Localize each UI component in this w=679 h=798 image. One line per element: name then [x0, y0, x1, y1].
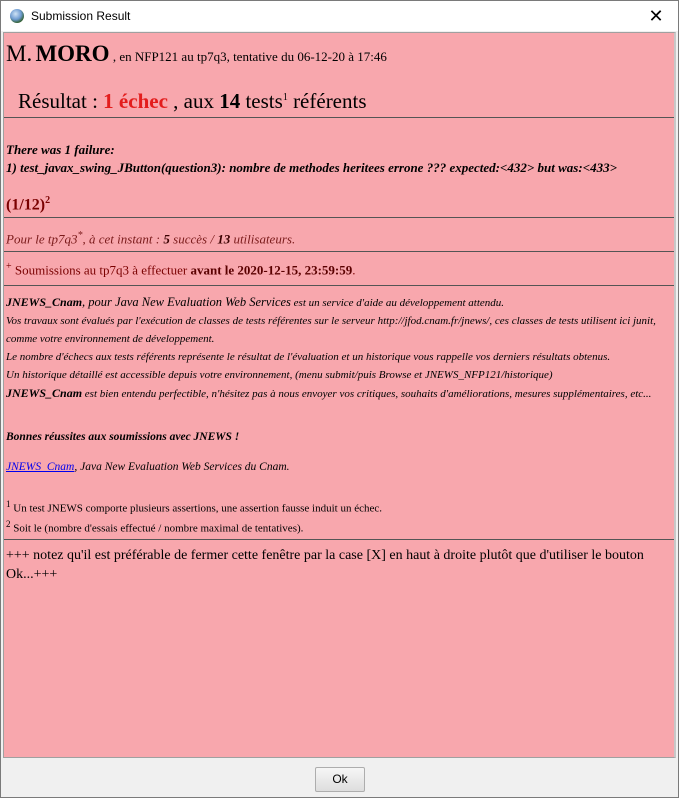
student-header: M. MORO , en NFP121 au tp7q3, tentative … [6, 41, 387, 67]
divider [4, 217, 674, 218]
jnews-link-line: JNEWS_Cnam, Java New Evaluation Web Serv… [6, 461, 290, 473]
result-suffix: référents [293, 89, 367, 113]
footnote-2-text: Soit le (nombre d'essais effectué / nomb… [13, 522, 304, 535]
deadline-suffix: . [352, 262, 356, 278]
class-stats: Pour le tp7q3*, à cet instant : 5 succès… [6, 230, 295, 247]
ok-button[interactable]: Ok [315, 767, 365, 792]
divider [4, 251, 674, 252]
good-luck-message: Bonnes réussites aux soumissions avec JN… [6, 431, 240, 443]
user-count: 13 [217, 231, 231, 247]
brand-name: JNEWS_Cnam [6, 295, 83, 309]
close-window-note: +++ notez qu'il est préférable de fermer… [6, 548, 644, 582]
brand-description: , pour Java New Evaluation Web Services [82, 295, 291, 309]
success-word: succès / [173, 231, 214, 247]
result-summary: Résultat : 1 échec , aux 14 tests1 référ… [18, 89, 367, 114]
score-text: (1/12) [6, 196, 46, 214]
divider [4, 285, 674, 286]
close-button[interactable]: ✕ [634, 1, 678, 31]
users-word: utilisateurs. [233, 231, 296, 247]
jnews-link[interactable]: JNEWS_Cnam [6, 461, 74, 473]
test-count: 14 [219, 89, 241, 113]
deadline-sup: + [6, 261, 12, 272]
salutation: M. [6, 41, 33, 66]
info-history: Un historique détaillé est accessible de… [6, 369, 553, 381]
failure-heading: There was 1 failure: [6, 142, 115, 157]
info-failures: Le nombre d'échecs aux tests référents r… [6, 351, 611, 363]
brand-rest: est un service d'aide au développement a… [293, 297, 505, 309]
failure-details: There was 1 failure: 1) test_javax_swing… [6, 141, 617, 177]
info-evaluation: Vos travaux sont évalués par l'exécution… [6, 315, 656, 345]
footnote-1-text: Un test JNEWS comporte plusieurs asserti… [13, 502, 382, 515]
footnote-2: 2 Soit le (nombre d'essais effectué / no… [6, 519, 303, 535]
link-description: , Java New Evaluation Web Services du Cn… [74, 461, 290, 473]
deadline-notice: + Soumissions au tp7q3 à effectuer avant… [6, 261, 356, 278]
fail-count: 1 échec [103, 89, 168, 113]
footnote-1-number: 1 [6, 499, 11, 509]
deadline-date: avant le 2020-12-15, 23:59:59 [190, 262, 353, 278]
result-middle: , aux [173, 89, 214, 113]
tests-word: tests [245, 89, 283, 113]
success-count: 5 [163, 231, 170, 247]
button-bar: Ok [1, 758, 678, 797]
deadline-prefix: Soumissions au tp7q3 à effectuer [14, 262, 188, 278]
service-info: JNEWS_Cnam, pour Java New Evaluation Web… [6, 293, 670, 403]
info-feedback: est bien entendu perfectible, n'hésitez … [84, 388, 652, 400]
window-title: Submission Result [31, 9, 131, 23]
score-footnote-ref: 2 [45, 195, 51, 206]
tests-footnote-ref: 1 [282, 92, 288, 103]
divider [4, 539, 674, 540]
java-cup-globe-icon [10, 9, 24, 23]
student-surname: MORO [35, 41, 110, 66]
title-bar: Submission Result ✕ [1, 1, 678, 31]
brand-name-2: JNEWS_Cnam [6, 386, 83, 400]
failure-message: 1) test_javax_swing_JButton(question3): … [6, 160, 618, 175]
stats-prefix: Pour le tp7q3 [6, 231, 78, 247]
divider [4, 117, 674, 118]
result-prefix: Résultat : [18, 89, 98, 113]
submission-context: , en NFP121 au tp7q3, tentative du 06-12… [112, 49, 387, 64]
stats-middle: , à cet instant : [82, 231, 161, 247]
submission-result-window: Submission Result ✕ M. MORO , en NFP121 … [0, 0, 679, 798]
result-panel[interactable]: M. MORO , en NFP121 au tp7q3, tentative … [3, 32, 676, 758]
attempt-score: (1/12)2 [6, 195, 50, 214]
footnote-2-number: 2 [6, 519, 11, 529]
footnote-1: 1 Un test JNEWS comporte plusieurs asser… [6, 499, 382, 515]
